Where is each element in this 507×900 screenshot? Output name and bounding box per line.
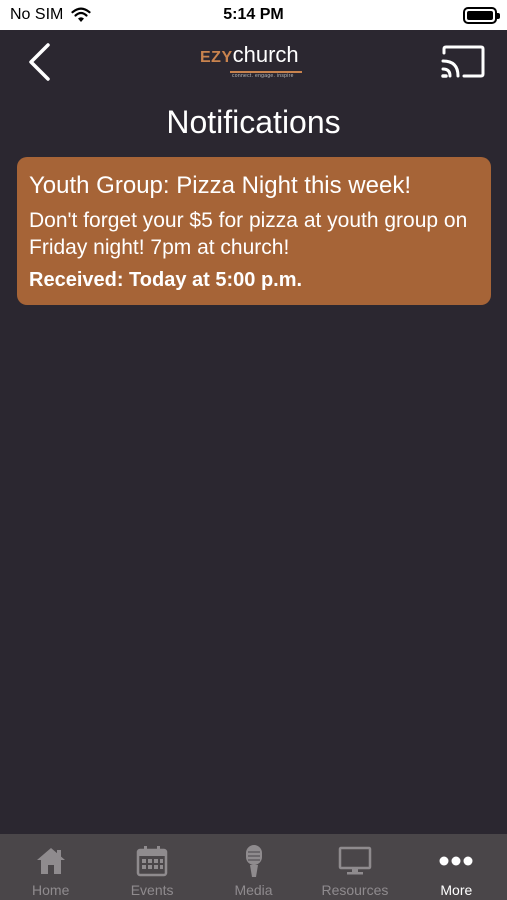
cast-button[interactable] bbox=[440, 44, 486, 80]
chevron-left-icon bbox=[29, 43, 50, 81]
battery-fill bbox=[467, 10, 493, 20]
notification-body: Don't forget your $5 for pizza at youth … bbox=[29, 209, 468, 259]
tab-media[interactable]: Media bbox=[203, 834, 304, 900]
tab-events[interactable]: Events bbox=[101, 834, 202, 900]
more-icon bbox=[439, 844, 473, 878]
monitor-icon bbox=[338, 844, 372, 878]
notification-received: Received: Today at 5:00 p.m. bbox=[29, 269, 303, 291]
status-bar: No SIM 5:14 PM bbox=[0, 0, 507, 30]
nav-bar: EZY church connect. engage. inspire bbox=[0, 30, 507, 94]
logo-church: church bbox=[232, 42, 299, 67]
notification-card[interactable]: Youth Group: Pizza Night this week! Don'… bbox=[17, 157, 491, 305]
tab-label-resources: Resources bbox=[321, 882, 389, 898]
carrier-label: No SIM bbox=[10, 6, 64, 23]
tab-label-media: Media bbox=[234, 882, 273, 898]
tab-bar: Home Events Media Resources More bbox=[0, 834, 507, 900]
ezychurch-logo: EZY church connect. engage. inspire bbox=[200, 44, 310, 80]
tab-label-events: Events bbox=[130, 882, 174, 898]
logo-tagline: connect. engage. inspire bbox=[232, 73, 294, 79]
cast-icon bbox=[441, 45, 485, 78]
status-left: No SIM bbox=[10, 6, 91, 24]
microphone-icon bbox=[237, 844, 271, 878]
page-title: Notifications bbox=[166, 104, 341, 140]
notification-title: Youth Group: Pizza Night this week! bbox=[29, 172, 411, 199]
battery-icon bbox=[463, 6, 500, 24]
tab-label-home: Home bbox=[32, 882, 70, 898]
home-icon bbox=[34, 844, 68, 878]
tab-more[interactable]: More bbox=[406, 834, 507, 900]
logo-ezy: EZY bbox=[200, 49, 233, 66]
calendar-icon bbox=[135, 844, 169, 878]
tab-resources[interactable]: Resources bbox=[304, 834, 405, 900]
tab-label-more: More bbox=[440, 882, 473, 898]
back-button[interactable] bbox=[22, 42, 58, 82]
wifi-icon bbox=[71, 7, 91, 22]
tab-home[interactable]: Home bbox=[0, 834, 101, 900]
logo-wordmark: EZY church bbox=[200, 44, 310, 69]
